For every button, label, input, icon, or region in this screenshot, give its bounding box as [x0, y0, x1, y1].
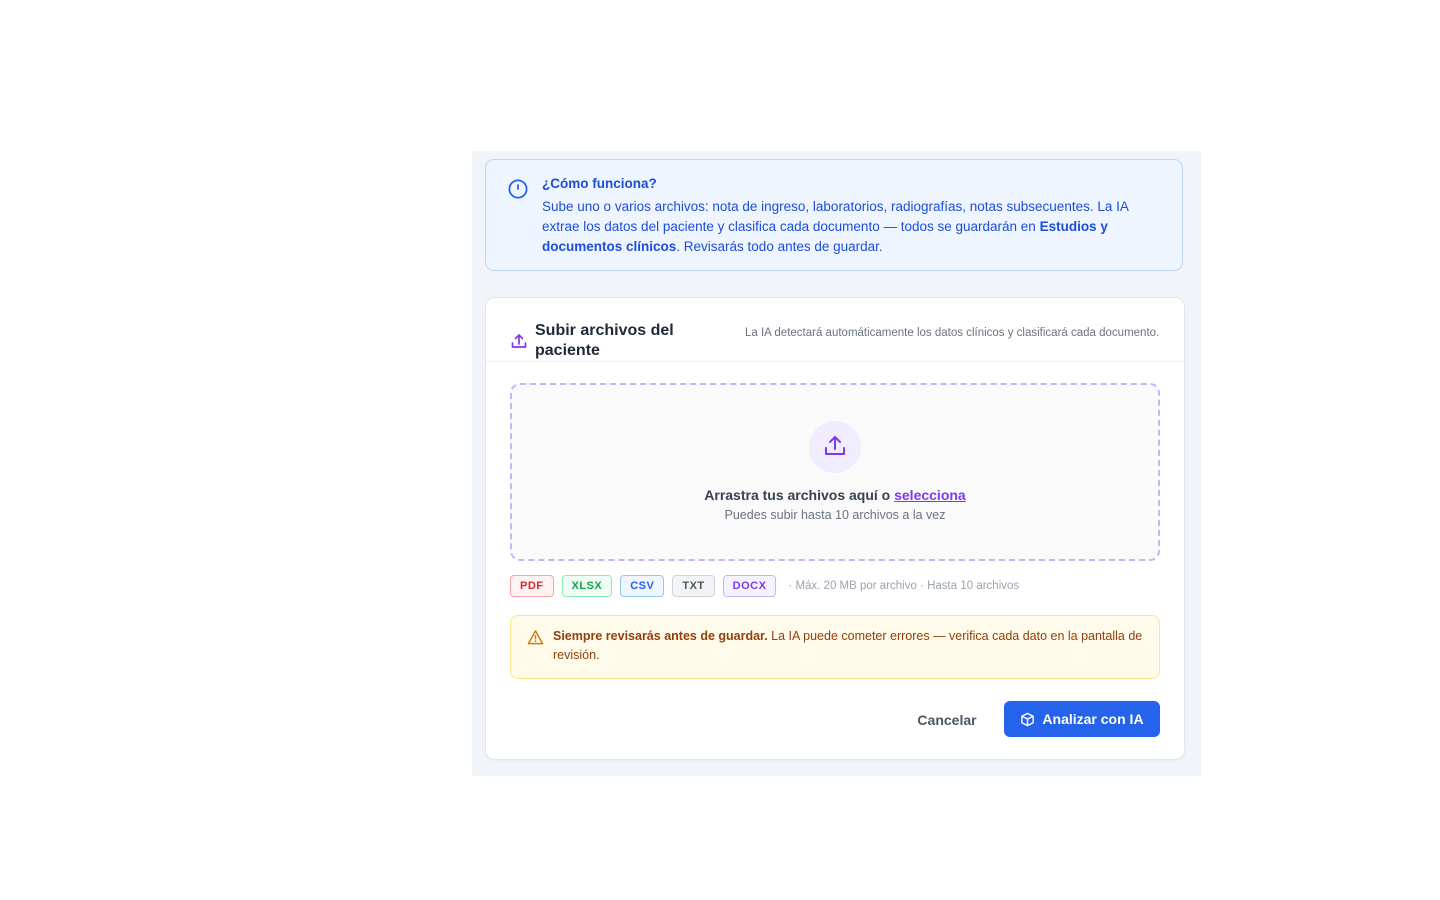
cube-icon [1021, 712, 1035, 726]
warning-triangle-icon [527, 630, 544, 645]
format-badge-csv: CSV [620, 575, 665, 597]
file-dropzone[interactable]: Arrastra tus archivos aquí o selecciona … [510, 383, 1160, 561]
upload-tray-icon [825, 436, 845, 455]
card-title: Subir archivos del paciente [535, 322, 674, 359]
upload-icon [511, 334, 527, 348]
dropzone-text: Arrastra tus archivos aquí o selecciona [512, 487, 1158, 503]
review-warning: Siempre revisarás antes de guardar. La I… [510, 615, 1160, 679]
format-limits-note: · Máx. 20 MB por archivo · Hasta 10 arch… [788, 580, 1020, 592]
dropzone-icon-circle [809, 421, 861, 473]
cancel-button[interactable]: Cancelar [904, 701, 990, 737]
upload-card: Subir archivos del paciente La IA detect… [485, 297, 1185, 760]
format-badge-xlsx: XLSX [561, 575, 613, 597]
card-subtitle: La IA detectará automáticamente los dato… [745, 327, 1160, 339]
accepted-formats: PDF XLSX CSV TXT DOCX · Máx. 20 MB por a… [510, 575, 1019, 597]
info-title: ¿Cómo funciona? [542, 176, 657, 191]
info-body: Sube uno o varios archivos: nota de ingr… [542, 197, 1152, 257]
format-badge-txt: TXT [672, 575, 715, 597]
info-body-end: . Revisarás todo antes de guardar. [676, 239, 883, 254]
card-header: Subir archivos del paciente La IA detect… [486, 298, 1184, 362]
dropzone-text-main: Arrastra tus archivos aquí o [704, 487, 895, 503]
main-panel: ¿Cómo funciona? Sube uno o varios archiv… [472, 151, 1201, 776]
info-box: ¿Cómo funciona? Sube uno o varios archiv… [485, 159, 1183, 271]
dropzone-hint: Puedes subir hasta 10 archivos a la vez [724, 508, 946, 522]
select-files-link[interactable]: selecciona [894, 487, 966, 503]
analyze-ai-button[interactable]: Analizar con IA [1004, 701, 1160, 737]
info-circle-icon [508, 179, 528, 199]
warning-bold: Siempre revisarás antes de guardar. [553, 629, 768, 643]
format-badge-pdf: PDF [510, 575, 554, 597]
analyze-button-label: Analizar con IA [1042, 711, 1144, 727]
format-badge-docx: DOCX [722, 575, 777, 597]
warning-text: Siempre revisarás antes de guardar. La I… [553, 627, 1143, 665]
